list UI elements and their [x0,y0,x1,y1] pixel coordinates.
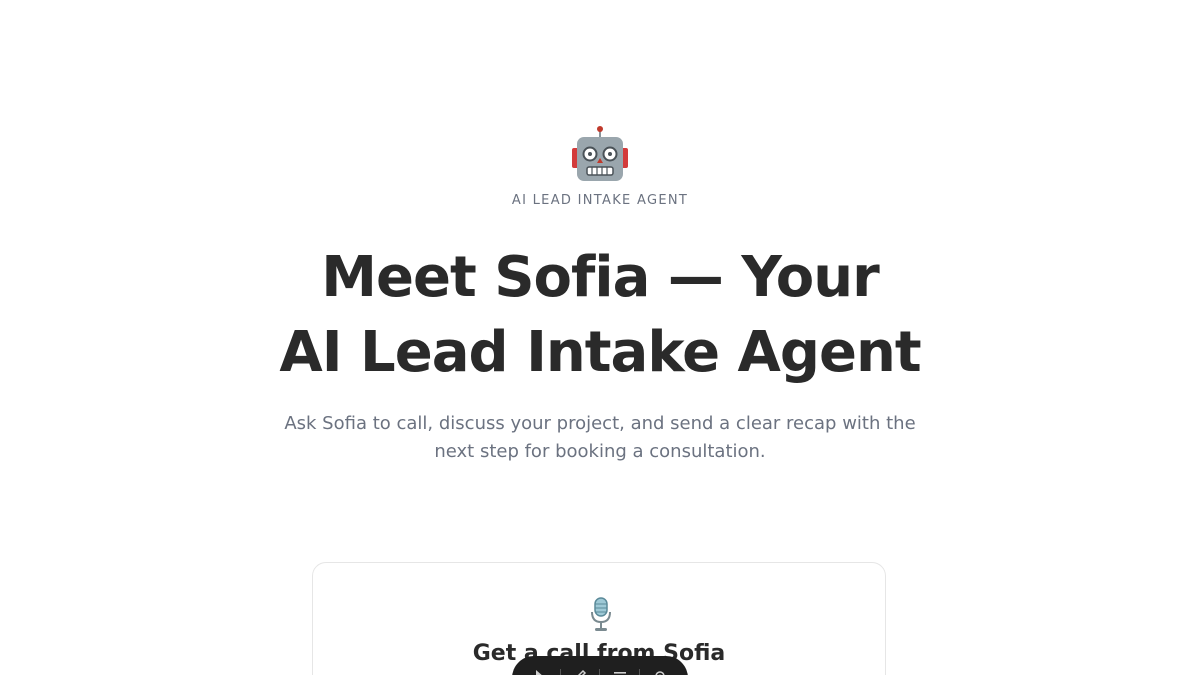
page-title-line-2: AI Lead Intake Agent [279,320,921,385]
toolbar-divider [559,669,561,675]
toolbar-divider [599,669,601,675]
page-title: Meet Sofia — Your AI Lead Intake Agent [0,240,1200,390]
menu-icon[interactable] [611,669,629,675]
draw-icon[interactable] [571,669,589,675]
page-title-line-1: Meet Sofia — Your [321,245,879,310]
microphone-icon [591,597,611,631]
settings-icon[interactable] [651,669,669,675]
toolbar-divider [639,669,641,675]
hero-subtitle: Ask Sofia to call, discuss your project,… [284,413,916,462]
floating-toolbar [512,656,688,675]
eyebrow-label: AI LEAD INTAKE AGENT [511,193,689,208]
pointer-icon[interactable] [531,669,549,675]
robot-icon [572,126,628,181]
